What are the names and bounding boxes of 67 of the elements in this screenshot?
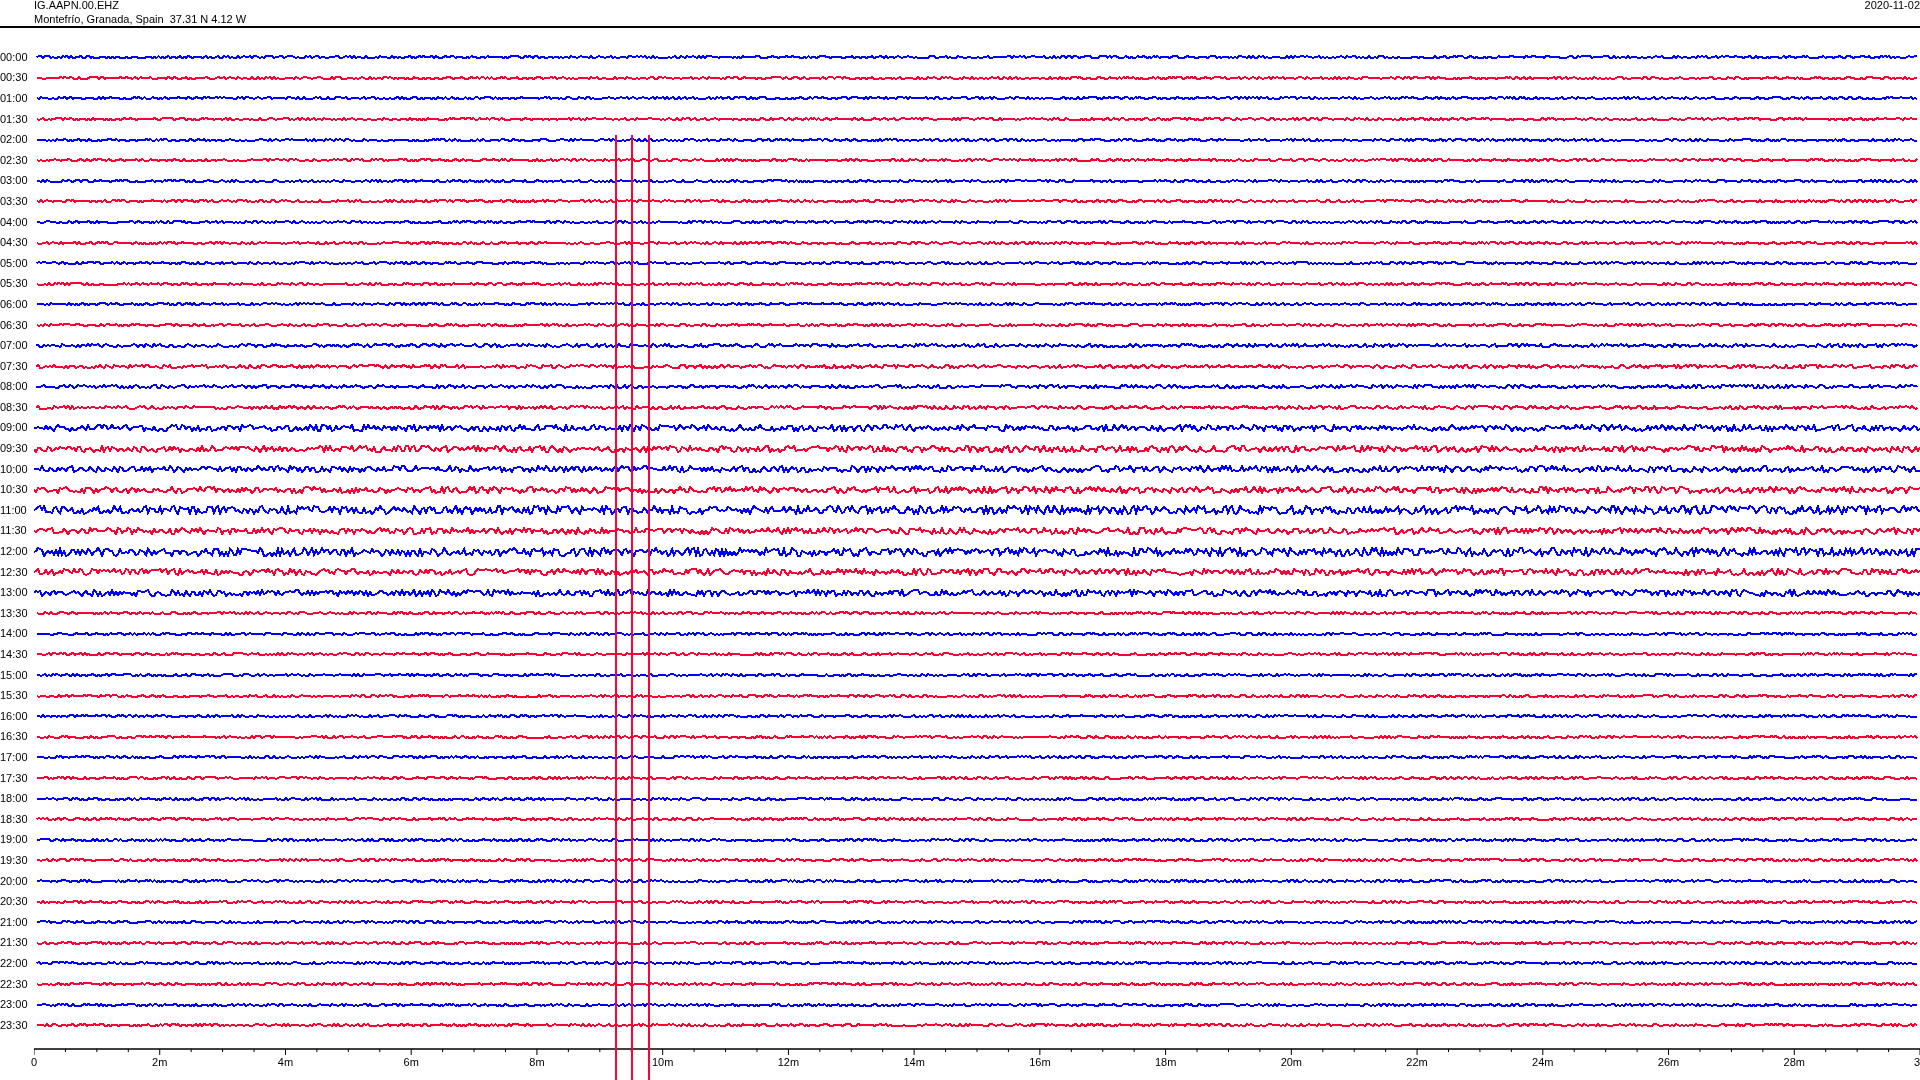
time-label: 16:30 [0, 731, 29, 743]
time-label: 04:00 [0, 216, 29, 228]
time-label: 00:00 [0, 51, 29, 63]
time-label: 18:00 [0, 793, 29, 805]
station-location: Montefrío, Granada, Spain 37.31 N 4.12 W [34, 12, 247, 26]
time-label: 16:00 [0, 710, 29, 722]
axis-tick-label: 14m [903, 1056, 925, 1068]
time-label: 08:00 [0, 381, 29, 393]
time-label: 04:30 [0, 237, 29, 249]
time-label: 21:00 [0, 916, 29, 928]
axis-tick-label: 12m [777, 1056, 800, 1068]
time-label: 11:30 [0, 525, 28, 537]
axis-tick-label: 4m [277, 1056, 294, 1068]
time-label: 20:30 [0, 896, 29, 908]
time-label: 07:00 [0, 340, 29, 352]
time-label: 17:00 [0, 752, 29, 763]
time-label: 06:00 [0, 298, 29, 310]
time-label: 13:00 [0, 587, 29, 599]
axis-tick-label: 2m [152, 1056, 168, 1068]
axis-tick-label: 22m [1406, 1056, 1428, 1068]
time-label: 08:30 [0, 401, 29, 413]
time-label: 03:00 [0, 175, 29, 187]
time-label: 20:00 [0, 875, 29, 887]
time-label: 18:30 [0, 813, 29, 825]
time-label: 15:30 [0, 690, 29, 702]
axis-tick-label: 20m [1280, 1056, 1303, 1068]
time-label: 19:00 [0, 834, 29, 846]
time-label: 05:00 [0, 257, 29, 269]
time-label: 17:30 [0, 772, 29, 784]
time-label: 06:30 [0, 319, 29, 331]
axis-tick-label: 8m [529, 1056, 545, 1068]
axis-tick-label: 16m [1029, 1056, 1051, 1068]
time-label: 22:30 [0, 978, 29, 990]
time-label: 23:00 [0, 999, 29, 1011]
time-label: 21:30 [0, 937, 29, 949]
time-label: 12:30 [0, 566, 29, 578]
time-label: 13:30 [0, 607, 29, 619]
axis-tick-label: 28m [1783, 1056, 1805, 1068]
axis-tick-label: 26m [1657, 1056, 1680, 1068]
time-label: 02:30 [0, 154, 29, 166]
time-label: 07:30 [0, 360, 29, 372]
time-label: 10:30 [0, 484, 29, 496]
plot-date: 2020-11-02 [1864, 0, 1920, 12]
axis-tick-label: 0 [31, 1056, 38, 1068]
time-label: 10:00 [0, 463, 29, 475]
time-label: 09:00 [0, 422, 29, 434]
time-label: 01:00 [0, 93, 29, 104]
time-label: 19:30 [0, 854, 29, 866]
axis-tick-label: 10m [651, 1056, 674, 1068]
time-label: 01:30 [0, 113, 29, 125]
station-id: IG.AAPN.00.EHZ [34, 0, 119, 12]
time-label: 22:00 [0, 957, 29, 969]
time-label: 02:00 [0, 134, 29, 146]
time-label: 23:30 [0, 1019, 29, 1031]
time-label: 14:00 [0, 628, 29, 640]
time-label: 15:00 [0, 669, 29, 681]
axis-tick-label: 18m [1154, 1056, 1177, 1068]
time-label: 12:00 [0, 546, 29, 558]
axis-tick-label: 3 [1913, 1056, 1920, 1068]
time-label: 11:00 [0, 504, 28, 516]
axis-tick-label: 6m [403, 1056, 419, 1068]
time-label: 09:30 [0, 443, 29, 455]
time-label: 05:30 [0, 278, 29, 290]
time-label: 00:30 [0, 72, 29, 84]
time-label: 03:30 [0, 195, 29, 207]
axis-tick-label: 24m [1532, 1056, 1554, 1068]
time-label: 14:30 [0, 649, 29, 660]
